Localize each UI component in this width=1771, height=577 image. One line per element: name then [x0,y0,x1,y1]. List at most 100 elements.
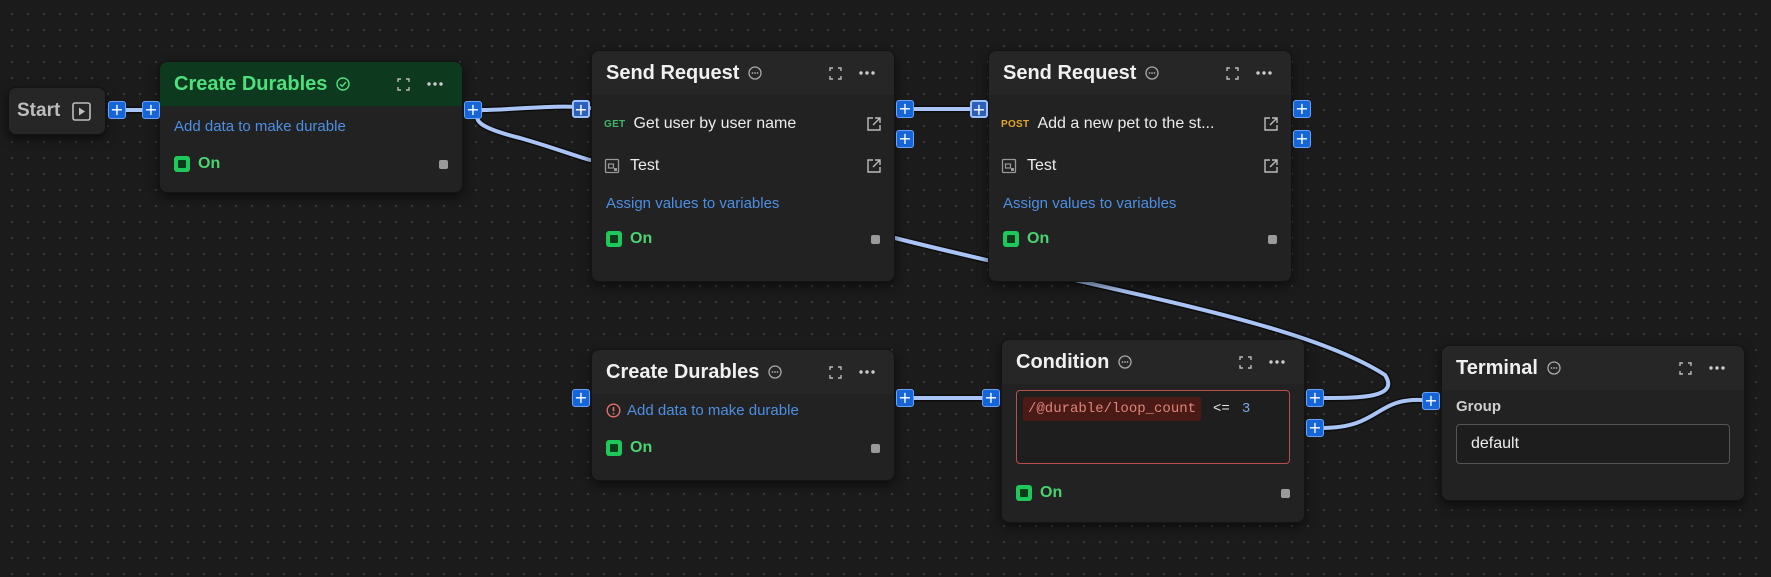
request1-output-port[interactable]: + [896,100,914,118]
node-header[interactable]: Terminal [1442,346,1744,390]
more-icon[interactable] [854,359,880,385]
send-request-node-2[interactable]: Send Request POST Add a new pet to the s… [988,50,1292,282]
node-title: Create Durables [174,72,328,95]
test-doc-icon [604,158,620,174]
node-header[interactable]: Condition [1002,340,1304,384]
group-value: default [1471,435,1520,452]
node-header[interactable]: Send Request [989,51,1291,95]
durables1-output-port[interactable]: + [464,101,482,119]
open-external-icon[interactable] [866,116,882,132]
more-icon[interactable] [1251,60,1277,86]
more-icon[interactable] [1704,355,1730,381]
node-title: Send Request [606,61,740,84]
node-header[interactable]: Create Durables [592,350,894,394]
node-footer: On [174,155,448,173]
terminal-input-port[interactable]: + [1422,392,1440,410]
node-title: Create Durables [606,360,760,383]
add-data-link[interactable]: Add data to make durable [627,402,799,419]
ellipsis-circle-icon [768,365,783,379]
more-icon[interactable] [1264,349,1290,375]
test-doc-icon [1001,158,1017,174]
enable-toggle[interactable] [606,231,622,247]
stop-icon[interactable] [871,443,880,453]
condition-operator: <= [1213,401,1230,417]
request-name: Add a new pet to the st... [1037,115,1215,132]
start-output-port[interactable]: + [108,101,126,119]
ellipsis-circle-icon [1145,66,1160,80]
durables2-input-port[interactable]: + [572,389,590,407]
toggle-label: On [1027,230,1050,247]
enable-toggle[interactable] [174,156,190,172]
node-title: Condition [1016,350,1110,373]
check-circle-icon [336,77,351,91]
request2-error-port[interactable]: + [1293,130,1311,148]
toggle-label: On [1040,484,1063,501]
more-icon[interactable] [422,71,448,97]
create-durables-node-2[interactable]: Create Durables Add data to make durable… [591,349,895,481]
node-header[interactable]: Create Durables [160,62,462,106]
stop-icon[interactable] [871,234,880,244]
durables1-input-port[interactable]: + [142,101,160,119]
open-external-icon[interactable] [1263,158,1279,174]
toggle-label: On [630,439,653,456]
play-icon[interactable] [72,101,92,121]
request-name: Get user by user name [633,115,797,132]
node-footer: On [1016,484,1290,502]
node-footer: On [1003,230,1277,248]
expand-icon[interactable] [822,60,848,86]
add-data-link[interactable]: Add data to make durable [174,118,448,135]
request1-error-port[interactable]: + [896,130,914,148]
create-durables-node-1[interactable]: Create Durables Add data to make durable… [159,61,463,193]
enable-toggle[interactable] [1016,485,1032,501]
more-icon[interactable] [854,60,880,86]
wire-condition-to-terminal [1320,397,1424,430]
condition-editor[interactable]: /@durable/loop_count <= 3 [1016,390,1290,464]
test-name: Test [1027,157,1057,174]
expand-icon[interactable] [1219,60,1245,86]
expand-icon[interactable] [1232,349,1258,375]
ellipsis-circle-icon [748,66,763,80]
request-row[interactable]: POST Add a new pet to the st... [989,103,1291,145]
ellipsis-circle-icon [1118,355,1132,369]
expand-icon[interactable] [822,359,848,385]
ellipsis-circle-icon [1547,361,1561,375]
request2-input-port[interactable]: + [970,100,988,118]
method-badge: GET [604,118,626,130]
expand-icon[interactable] [1672,355,1698,381]
group-label: Group [1456,398,1501,415]
terminal-node[interactable]: Terminal Group default [1441,345,1745,501]
node-title: Send Request [1003,61,1137,84]
open-external-icon[interactable] [1263,116,1279,132]
condition-false-port[interactable]: + [1306,419,1324,437]
stop-icon[interactable] [439,159,448,169]
test-name: Test [630,157,660,174]
request-row[interactable]: GET Get user by user name [592,103,894,145]
durables2-output-port[interactable]: + [896,389,914,407]
open-external-icon[interactable] [866,158,882,174]
condition-true-port[interactable]: + [1306,389,1324,407]
stop-icon[interactable] [1281,488,1290,498]
toggle-label: On [630,230,653,247]
expand-icon[interactable] [390,71,416,97]
enable-toggle[interactable] [1003,231,1019,247]
test-row[interactable]: Test [989,145,1291,187]
alert-circle-icon [606,403,621,418]
condition-value: 3 [1241,401,1251,417]
assign-variables-link[interactable]: Assign values to variables [1003,195,1277,212]
assign-variables-link[interactable]: Assign values to variables [606,195,880,212]
group-select[interactable]: default [1456,424,1730,464]
send-request-node-1[interactable]: Send Request GET Get user by user name T… [591,50,895,282]
condition-input-port[interactable]: + [982,389,1000,407]
condition-node[interactable]: Condition /@durable/loop_count <= 3 On [1001,339,1305,523]
stop-icon[interactable] [1268,234,1277,244]
node-title: Terminal [1456,356,1538,379]
start-node[interactable]: Start [8,87,106,135]
toggle-label: On [198,155,221,172]
enable-toggle[interactable] [606,440,622,456]
request2-output-port[interactable]: + [1293,100,1311,118]
node-footer: On [606,230,880,248]
node-footer: On [606,439,880,457]
request1-input-port[interactable]: + [572,100,590,118]
node-header[interactable]: Send Request [592,51,894,95]
test-row[interactable]: Test [592,145,894,187]
